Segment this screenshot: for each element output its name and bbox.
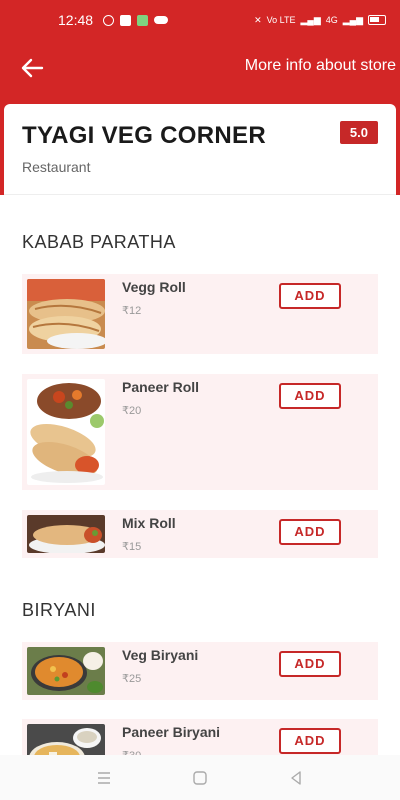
- home-icon[interactable]: [192, 770, 208, 786]
- vegg-roll-image: [27, 279, 105, 349]
- store-type: Restaurant: [22, 159, 91, 175]
- item-name: Paneer Biryani: [122, 724, 221, 740]
- paneer-roll-image: [27, 379, 105, 485]
- menu-item: Veg Biryani ₹25 ADD: [22, 642, 378, 700]
- signal-4g-label: 4G: [325, 15, 338, 25]
- item-name: Veg Biryani: [122, 647, 199, 663]
- mix-roll-image: [27, 515, 105, 553]
- menu-item: Paneer Roll ₹20 ADD: [22, 374, 378, 490]
- veg-biryani-image: [27, 647, 105, 695]
- item-name: Vegg Roll: [122, 279, 186, 295]
- status-bar: 12:48 ✕ Vo LTE ▂▄▆ 4G ▂▄▆: [0, 0, 400, 40]
- item-name: Paneer Roll: [122, 379, 200, 395]
- add-button[interactable]: ADD: [279, 519, 341, 545]
- b-app-icon: [103, 14, 115, 26]
- battery-icon: [368, 15, 386, 25]
- menu-item: Mix Roll ₹15 ADD: [22, 510, 378, 558]
- add-button[interactable]: ADD: [279, 651, 341, 677]
- divider: [4, 194, 396, 195]
- menu-icon[interactable]: [96, 770, 112, 786]
- item-name: Mix Roll: [122, 515, 176, 531]
- calendar-icon: [120, 14, 132, 26]
- mute-icon: ✕: [254, 14, 262, 25]
- signal-icon: ▂▄▆: [300, 14, 321, 25]
- add-button[interactable]: ADD: [279, 383, 341, 409]
- section-title-biryani: BIRYANI: [22, 600, 96, 620]
- item-price: ₹25: [122, 673, 142, 685]
- system-nav-bar: [0, 755, 400, 800]
- item-price: ₹15: [122, 541, 142, 553]
- cloud-icon: [154, 16, 169, 24]
- menu-item: Vegg Roll ₹12 ADD: [22, 274, 378, 354]
- item-price: ₹12: [122, 305, 142, 317]
- store-name: TYAGI VEG CORNER: [22, 122, 266, 149]
- more-info-link[interactable]: More info about store: [245, 57, 396, 75]
- section-title-kabab-paratha: KABAB PARATHA: [22, 232, 176, 252]
- store-card: TYAGI VEG CORNER 5.0 Restaurant KABAB PA…: [4, 104, 396, 779]
- signal-icon-2: ▂▄▆: [342, 14, 363, 25]
- app-notification-icon: [137, 14, 149, 26]
- item-price: ₹20: [122, 405, 142, 417]
- add-button[interactable]: ADD: [279, 283, 341, 309]
- status-right: ✕ Vo LTE ▂▄▆ 4G ▂▄▆: [254, 15, 386, 26]
- rating-badge: 5.0: [339, 121, 378, 144]
- back-nav-icon[interactable]: [288, 770, 304, 786]
- status-time: 12:48: [58, 12, 94, 28]
- back-arrow-icon[interactable]: [18, 56, 46, 80]
- add-button[interactable]: ADD: [279, 728, 341, 754]
- network-label: Vo LTE: [266, 15, 296, 25]
